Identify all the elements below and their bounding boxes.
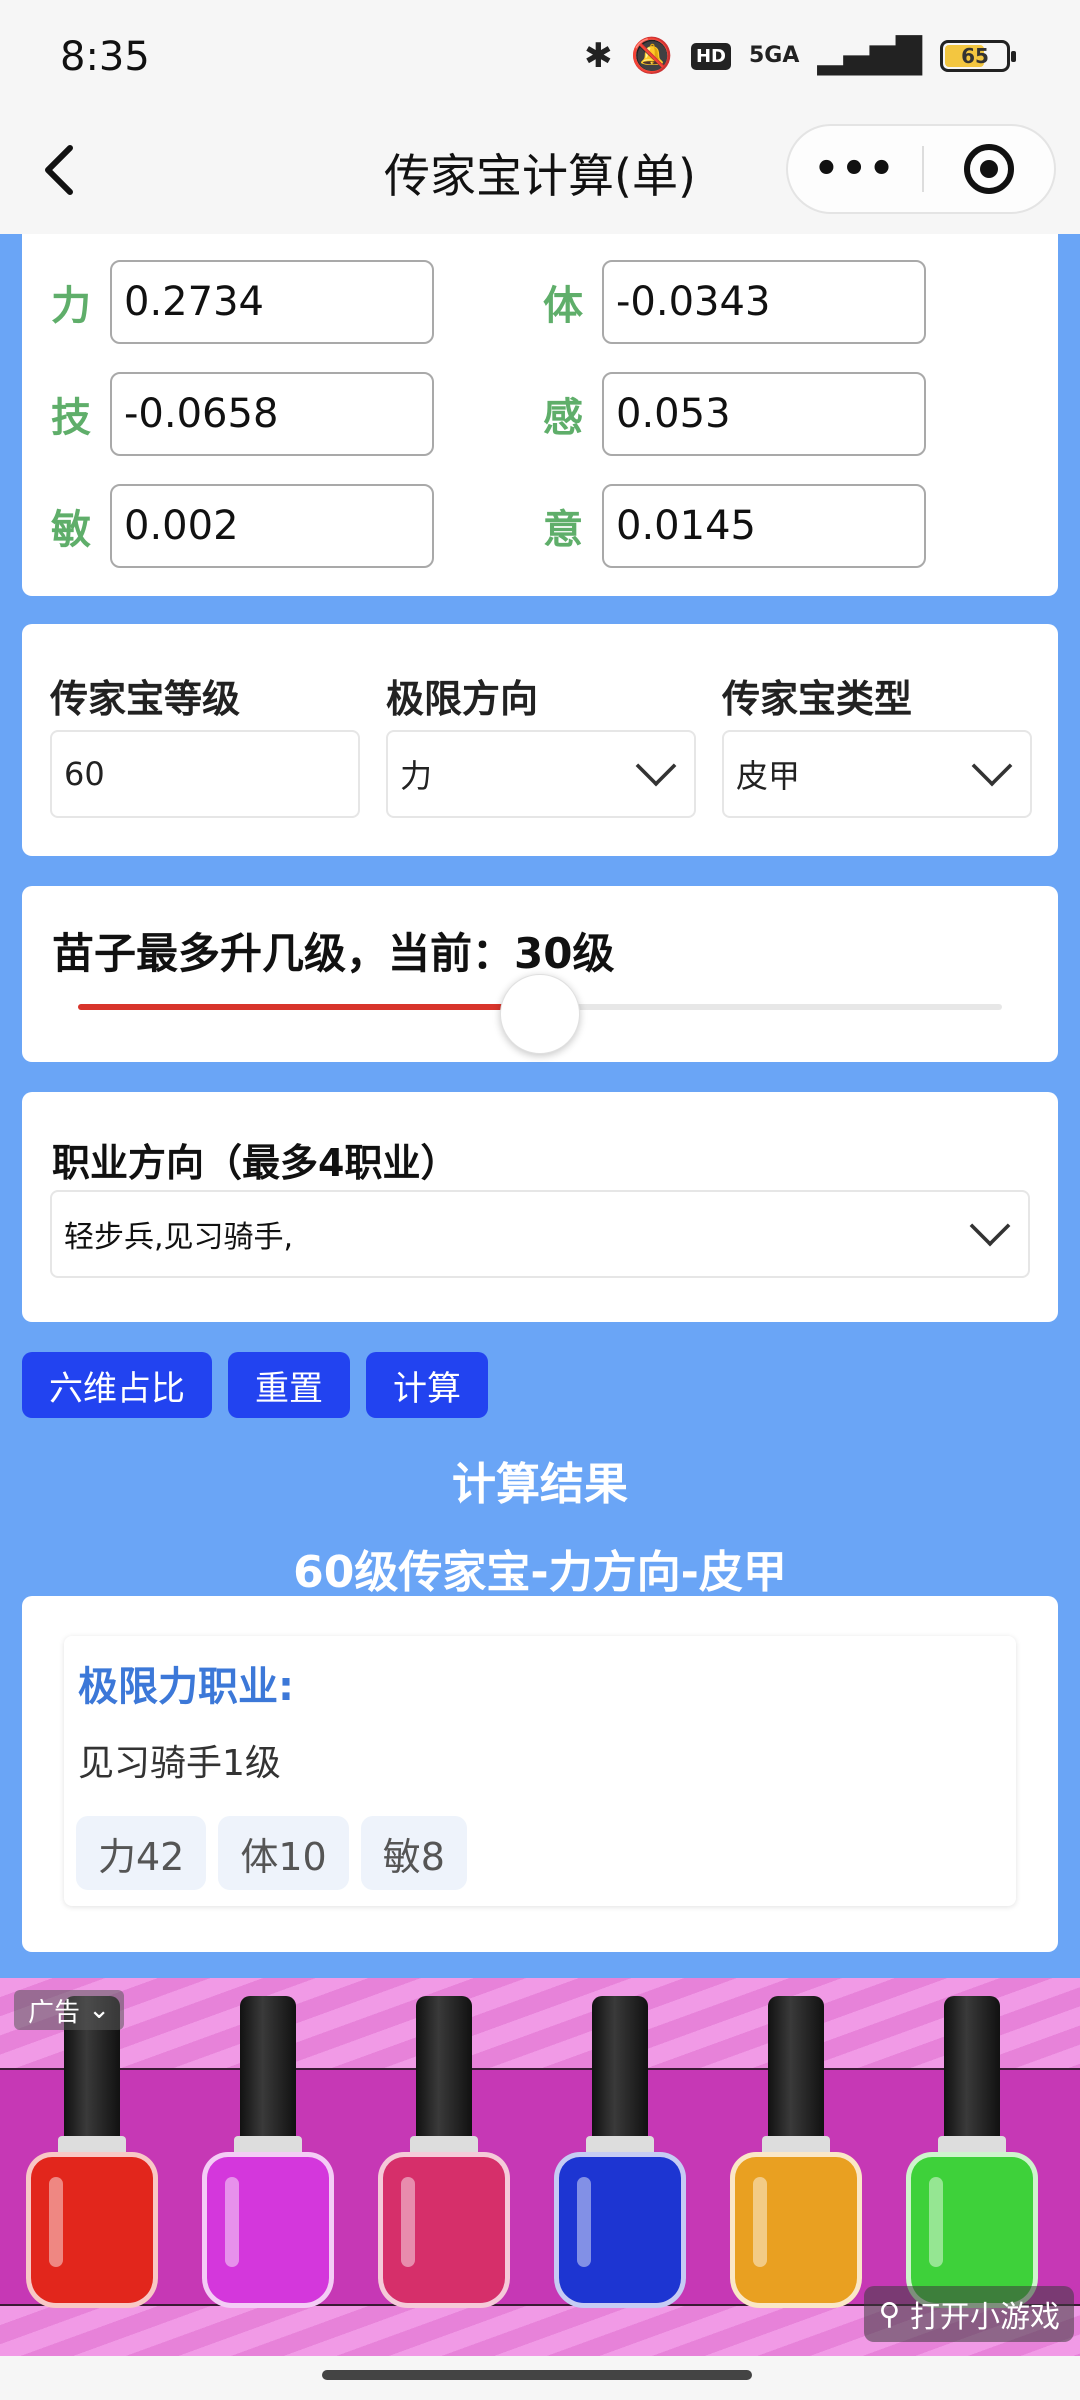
chevron-down-icon: ⌄ [88,1995,111,2025]
signal-icon: ▂▄▆█ [817,36,922,76]
attr-label: 感 [543,395,583,441]
direction-select[interactable]: 力 [386,730,696,818]
slider-title: 苗子最多升几级，当前：30级 [52,929,615,978]
battery-icon: 65 [940,40,1016,72]
attr-label: 力 [51,283,91,329]
direction-value: 力 [400,757,433,795]
network-type: 5GA [749,43,800,68]
nav-bar: 传家宝计算(单) ••• [0,118,1080,234]
battery-level: 65 [961,44,989,68]
status-time: 8:35 [60,34,150,80]
nail-polish-bottle [22,1996,162,2316]
target-icon [964,144,1014,194]
result-job: 见习骑手1级 [78,1743,281,1784]
attr-label: 敏 [51,507,91,553]
level-value: 60 [64,755,105,793]
link-icon: ⚲ [878,2296,901,2332]
mini-program-capsule: ••• [786,124,1056,214]
nail-polish-bottle [550,1996,690,2316]
ad-label[interactable]: 广告 ⌄ [14,1990,125,2030]
result-item: 极限力职业: 见习骑手1级 力42 体10 敏8 [64,1636,1016,1906]
stat-tag: 敏8 [360,1816,467,1890]
attr-row-constitution: 体 -0.0343 [524,260,926,344]
attr-row-skill: 技 -0.0658 [32,372,434,456]
home-indicator[interactable] [322,2370,752,2380]
attr-input-strength[interactable]: 0.2734 [110,260,434,344]
type-field: 传家宝类型 皮甲 [722,668,1032,818]
direction-field: 极限方向 力 [386,668,696,818]
more-button[interactable]: ••• [788,146,922,192]
level-field: 传家宝等级 60 [50,668,360,818]
slider-card: 苗子最多升几级，当前：30级 [22,886,1058,1062]
result-subheading: 60级传家宝-力方向-皮甲 [293,1547,787,1598]
job-value: 轻步兵,见习骑手, [64,1220,294,1255]
chevron-down-icon [635,745,677,787]
type-value: 皮甲 [736,757,801,795]
attr-input-will[interactable]: 0.0145 [602,484,926,568]
attr-row-will: 意 0.0145 [524,484,926,568]
open-game-button[interactable]: ⚲ 打开小游戏 [864,2286,1074,2342]
bell-muted-icon: 🔕 [630,36,673,76]
nail-polish-bottle [374,1996,514,2316]
attr-label: 意 [543,507,583,553]
calculate-button[interactable]: 计算 [366,1352,488,1418]
status-bar: 8:35 ✱ 🔕 HD 5GA ▂▄▆█ 65 [0,0,1080,118]
attr-row-perception: 感 0.053 [524,372,926,456]
result-tags: 力42 体10 敏8 [76,1816,467,1890]
job-select[interactable]: 轻步兵,见习骑手, [50,1190,1030,1278]
attr-input-skill[interactable]: -0.0658 [110,372,434,456]
status-icons: ✱ 🔕 HD 5GA ▂▄▆█ 65 [584,36,1016,76]
nail-polish-bottle [198,1996,338,2316]
level-label: 传家宝等级 [50,677,241,721]
chevron-down-icon [971,745,1013,787]
attr-input-perception[interactable]: 0.053 [602,372,926,456]
attr-input-constitution[interactable]: -0.0343 [602,260,926,344]
nail-polish-bottle [902,1996,1042,2316]
attr-label: 体 [543,283,583,329]
ad-banner[interactable]: 广告 ⌄ ⚲ 打开小游戏 [0,1978,1080,2356]
stat-tag: 体10 [218,1816,349,1890]
type-select[interactable]: 皮甲 [722,730,1032,818]
close-mini-program-button[interactable] [924,144,1054,194]
home-bar [0,2356,1080,2400]
hd-icon: HD [690,42,731,70]
stat-tag: 力42 [76,1816,207,1890]
attr-input-agility[interactable]: 0.002 [110,484,434,568]
reset-button[interactable]: 重置 [228,1352,350,1418]
nail-polish-bottle [726,1996,866,2316]
type-label: 传家宝类型 [722,677,913,721]
result-card: 极限力职业: 见习骑手1级 力42 体10 敏8 [22,1596,1058,1952]
attr-label: 技 [51,395,91,441]
attribute-card: 力 0.2734 体 -0.0343 技 -0.0658 感 0.053 敏 0… [22,234,1058,596]
direction-label: 极限方向 [386,677,539,721]
attr-row-agility: 敏 0.002 [32,484,434,568]
ad-label-text: 广告 [28,1997,81,2028]
attr-row-strength: 力 0.2734 [32,260,434,344]
open-game-label: 打开小游戏 [910,2300,1060,2335]
job-card: 职业方向（最多4职业） 轻步兵,见习骑手, [22,1092,1058,1322]
result-title: 极限力职业: [78,1664,294,1710]
ratio-button[interactable]: 六维占比 [22,1352,212,1418]
settings-card: 传家宝等级 60 极限方向 力 传家宝类型 皮甲 [22,624,1058,856]
level-slider-fill [78,1004,540,1010]
chevron-down-icon [969,1205,1011,1247]
job-label: 职业方向（最多4职业） [52,1141,459,1185]
result-heading: 计算结果 [452,1459,628,1510]
level-slider-thumb[interactable] [500,974,580,1054]
bluetooth-icon: ✱ [584,36,613,76]
level-input[interactable]: 60 [50,730,360,818]
